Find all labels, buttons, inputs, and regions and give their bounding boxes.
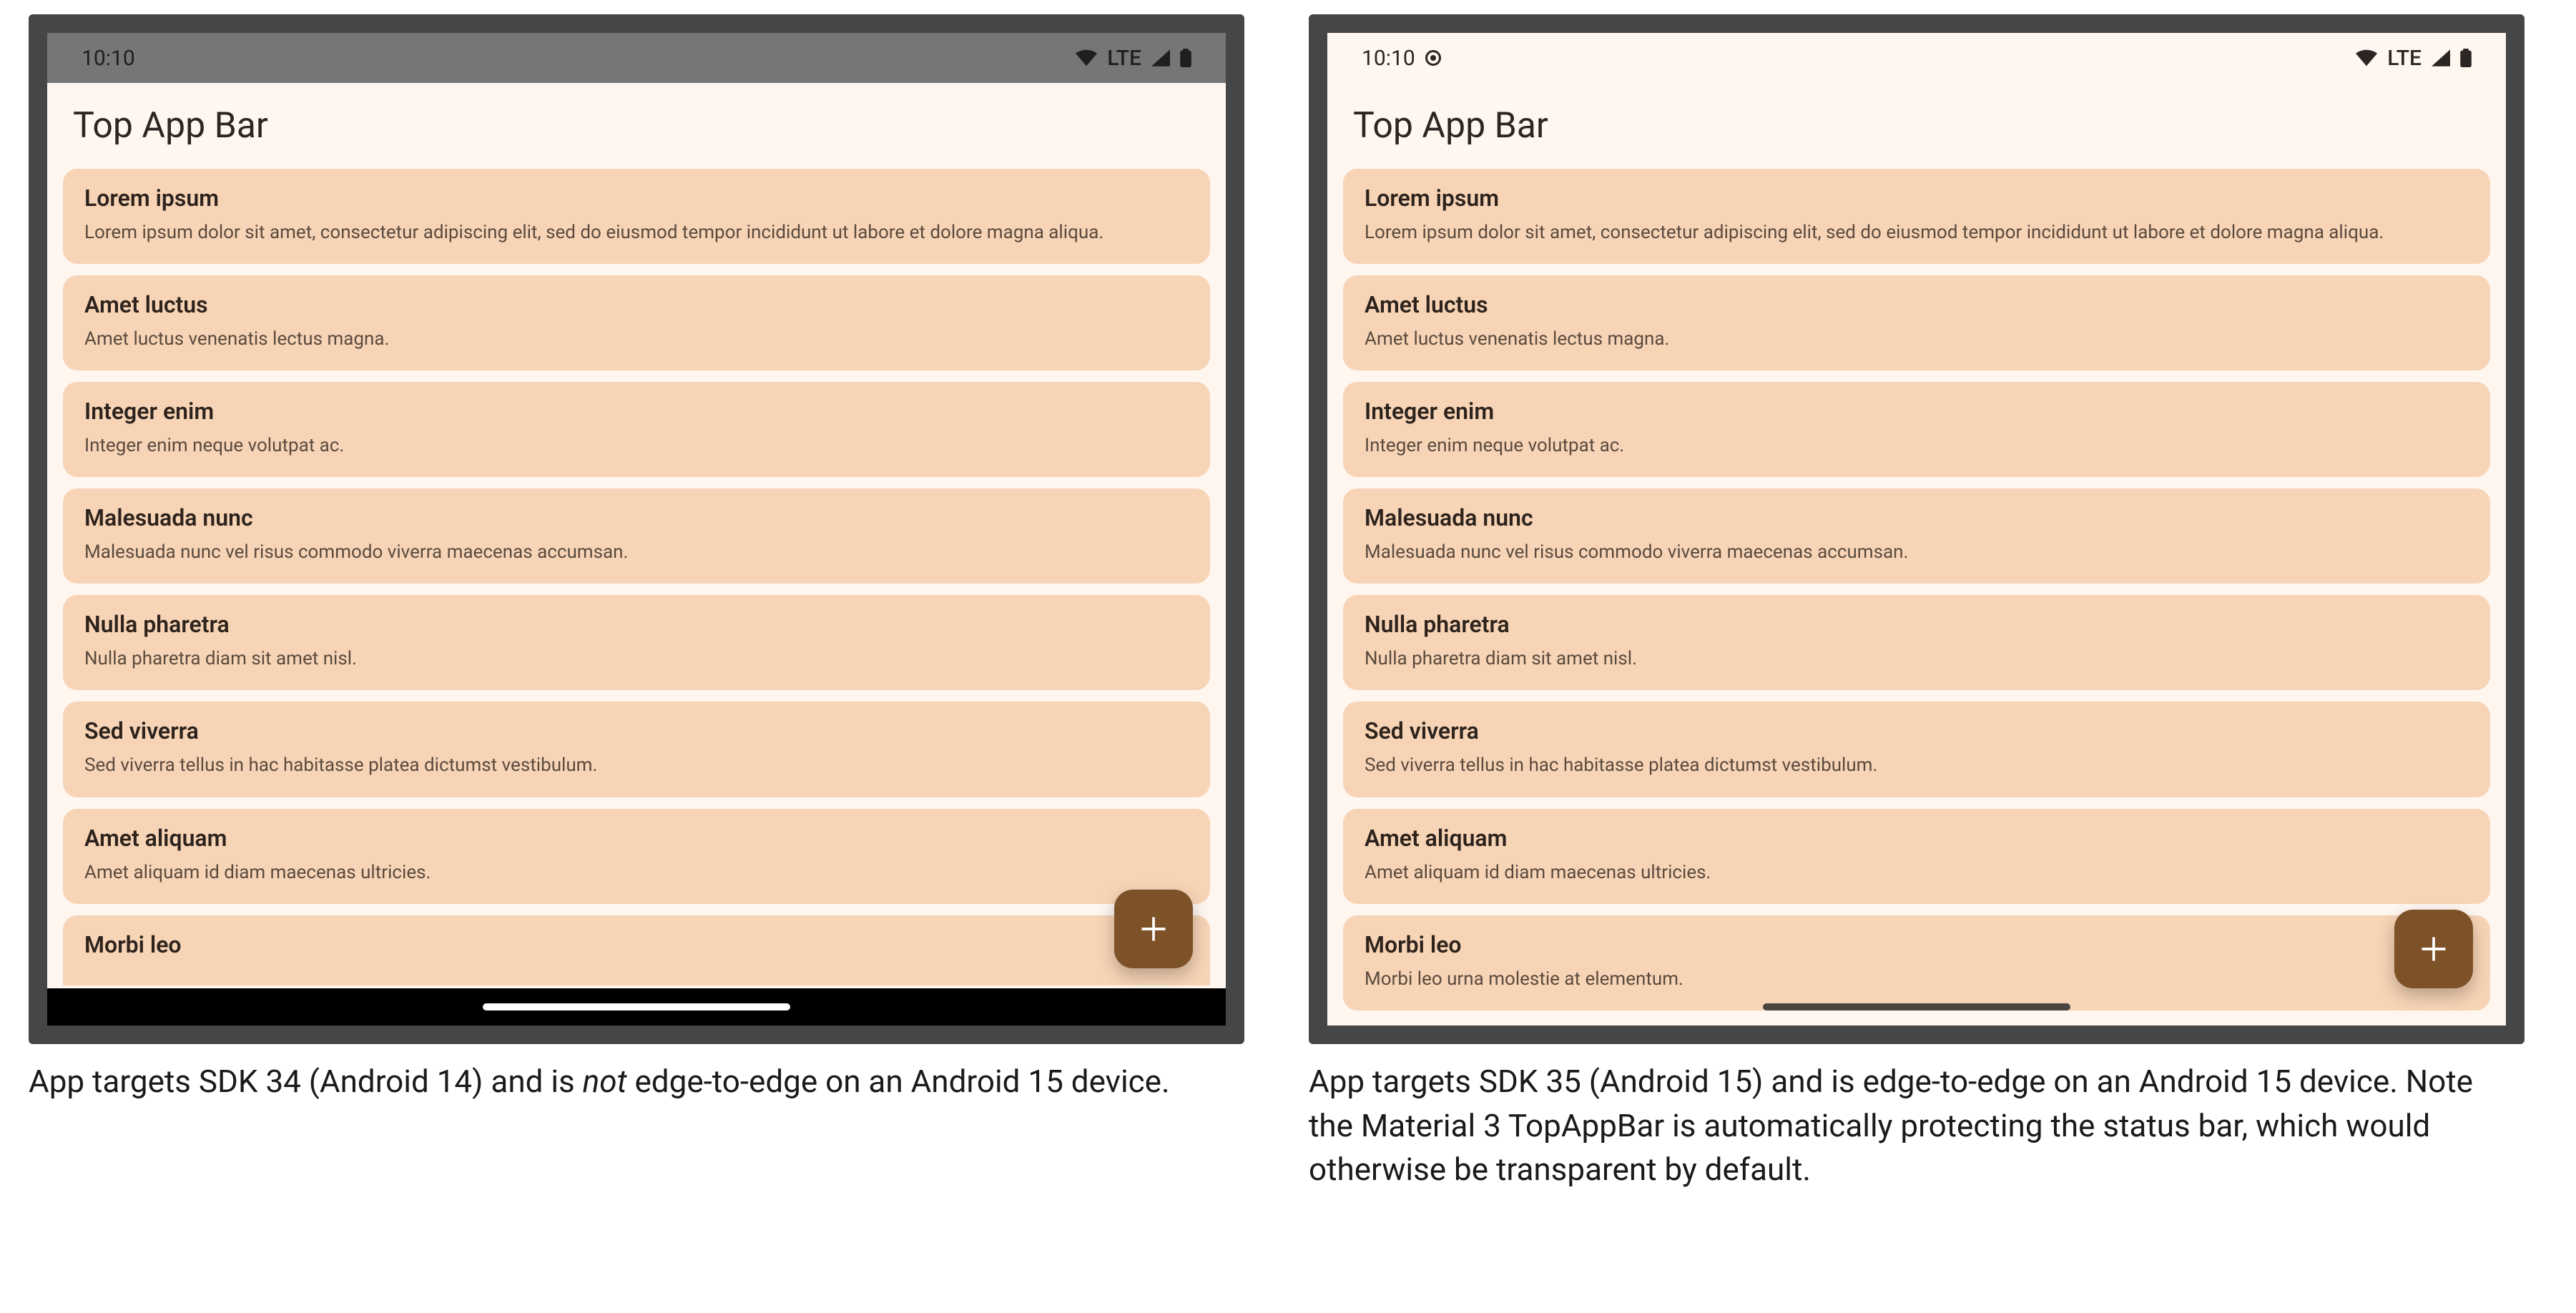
clock-text: 10:10 (82, 46, 135, 71)
app-bar-title: Top App Bar (1353, 105, 1548, 147)
navigation-bar[interactable] (47, 988, 1226, 1026)
list-item-body: Sed viverra tellus in hac habitasse plat… (84, 753, 1189, 778)
app-bar-title: Top App Bar (73, 105, 268, 147)
list-item-body: Lorem ipsum dolor sit amet, consectetur … (1365, 220, 2469, 245)
list-item-title: Morbi leo (1365, 931, 2469, 958)
battery-icon (1180, 49, 1191, 67)
list-item-body: Amet luctus venenatis lectus magna. (84, 327, 1189, 352)
list-item[interactable]: Lorem ipsum Lorem ipsum dolor sit amet, … (1343, 169, 2490, 264)
network-label: LTE (1107, 46, 1141, 71)
list-item-body: Nulla pharetra diam sit amet nisl. (84, 646, 1189, 672)
device-frame-right: 10:10 LTE Top App Bar (1309, 14, 2525, 1044)
status-bar: 10:10 LTE (47, 33, 1226, 83)
top-app-bar: Top App Bar (1327, 83, 2506, 169)
top-app-bar: Top App Bar (47, 83, 1226, 169)
example-right: 10:10 LTE Top App Bar (1309, 14, 2525, 1192)
status-bar: 10:10 LTE (1327, 33, 2506, 83)
wifi-icon (1076, 49, 1097, 67)
list-item-title: Lorem ipsum (84, 185, 1189, 212)
plus-icon (2418, 933, 2449, 965)
list-item-title: Integer enim (1365, 398, 2469, 425)
device-frame-left: 10:10 LTE Top App Bar (29, 14, 1244, 1044)
battery-icon (2460, 49, 2472, 67)
list-item[interactable]: Amet luctus Amet luctus venenatis lectus… (63, 275, 1210, 370)
list-item-body: Lorem ipsum dolor sit amet, consectetur … (84, 220, 1189, 245)
list-item[interactable]: Integer enim Integer enim neque volutpat… (63, 382, 1210, 477)
fab-add-button[interactable] (2394, 910, 2473, 988)
list-item-title: Amet luctus (1365, 291, 2469, 318)
list-item[interactable]: Amet aliquam Amet aliquam id diam maecen… (1343, 809, 2490, 904)
list-item-title: Malesuada nunc (84, 504, 1189, 531)
plus-icon (1138, 913, 1169, 945)
list-item-title: Malesuada nunc (1365, 504, 2469, 531)
list-item-body: Nulla pharetra diam sit amet nisl. (1365, 646, 2469, 672)
list-item-title: Sed viverra (84, 717, 1189, 744)
list-item[interactable]: Nulla pharetra Nulla pharetra diam sit a… (63, 595, 1210, 690)
list-item-title: Amet luctus (84, 291, 1189, 318)
list-item-title: Amet aliquam (1365, 825, 2469, 852)
list-item[interactable]: Sed viverra Sed viverra tellus in hac ha… (1343, 702, 2490, 797)
clock-text: 10:10 (1362, 46, 1415, 71)
status-clock: 10:10 (1362, 46, 1441, 71)
navigation-bar[interactable] (1327, 988, 2506, 1026)
status-dot-icon (1425, 50, 1441, 66)
list-item[interactable]: Integer enim Integer enim neque volutpat… (1343, 382, 2490, 477)
status-icons: LTE (1076, 46, 1191, 71)
gesture-pill-icon (1763, 1003, 2070, 1010)
list-item-body: Integer enim neque volutpat ac. (1365, 433, 2469, 458)
fab-add-button[interactable] (1114, 890, 1193, 968)
list-item[interactable]: Amet aliquam Amet aliquam id diam maecen… (63, 809, 1210, 904)
signal-icon (2432, 49, 2450, 67)
list-item[interactable]: Nulla pharetra Nulla pharetra diam sit a… (1343, 595, 2490, 690)
list-item-title: Nulla pharetra (1365, 611, 2469, 638)
list-item-body: Malesuada nunc vel risus commodo viverra… (84, 540, 1189, 565)
gesture-pill-icon (483, 1003, 790, 1010)
list-item-body: Amet aliquam id diam maecenas ultricies. (1365, 860, 2469, 885)
list-item-body: Sed viverra tellus in hac habitasse plat… (1365, 753, 2469, 778)
status-clock: 10:10 (82, 46, 135, 71)
content-list[interactable]: Lorem ipsum Lorem ipsum dolor sit amet, … (47, 169, 1226, 985)
list-item-title: Sed viverra (1365, 717, 2469, 744)
list-item[interactable]: Lorem ipsum Lorem ipsum dolor sit amet, … (63, 169, 1210, 264)
content-list[interactable]: Lorem ipsum Lorem ipsum dolor sit amet, … (1327, 169, 2506, 1010)
list-item[interactable]: Sed viverra Sed viverra tellus in hac ha… (63, 702, 1210, 797)
caption-left: App targets SDK 34 (Android 14) and is n… (29, 1060, 1244, 1104)
list-item-title: Integer enim (84, 398, 1189, 425)
list-item[interactable]: Amet luctus Amet luctus venenatis lectus… (1343, 275, 2490, 370)
list-item-title: Morbi leo (84, 931, 1189, 958)
signal-icon (1151, 49, 1170, 67)
list-item[interactable]: Morbi leo Morbi leo urna molestie at ele… (63, 915, 1210, 985)
list-item-title: Nulla pharetra (84, 611, 1189, 638)
list-item-title: Lorem ipsum (1365, 185, 2469, 212)
list-item-body: Amet aliquam id diam maecenas ultricies. (84, 860, 1189, 885)
caption-right: App targets SDK 35 (Android 15) and is e… (1309, 1060, 2525, 1192)
example-left: 10:10 LTE Top App Bar (29, 14, 1244, 1192)
list-item[interactable]: Malesuada nunc Malesuada nunc vel risus … (63, 488, 1210, 584)
list-item-body: Amet luctus venenatis lectus magna. (1365, 327, 2469, 352)
status-icons: LTE (2356, 46, 2472, 71)
list-item-title: Amet aliquam (84, 825, 1189, 852)
list-item[interactable]: Malesuada nunc Malesuada nunc vel risus … (1343, 488, 2490, 584)
network-label: LTE (2387, 46, 2422, 71)
wifi-icon (2356, 49, 2377, 67)
list-item-body: Integer enim neque volutpat ac. (84, 433, 1189, 458)
list-item-body: Malesuada nunc vel risus commodo viverra… (1365, 540, 2469, 565)
